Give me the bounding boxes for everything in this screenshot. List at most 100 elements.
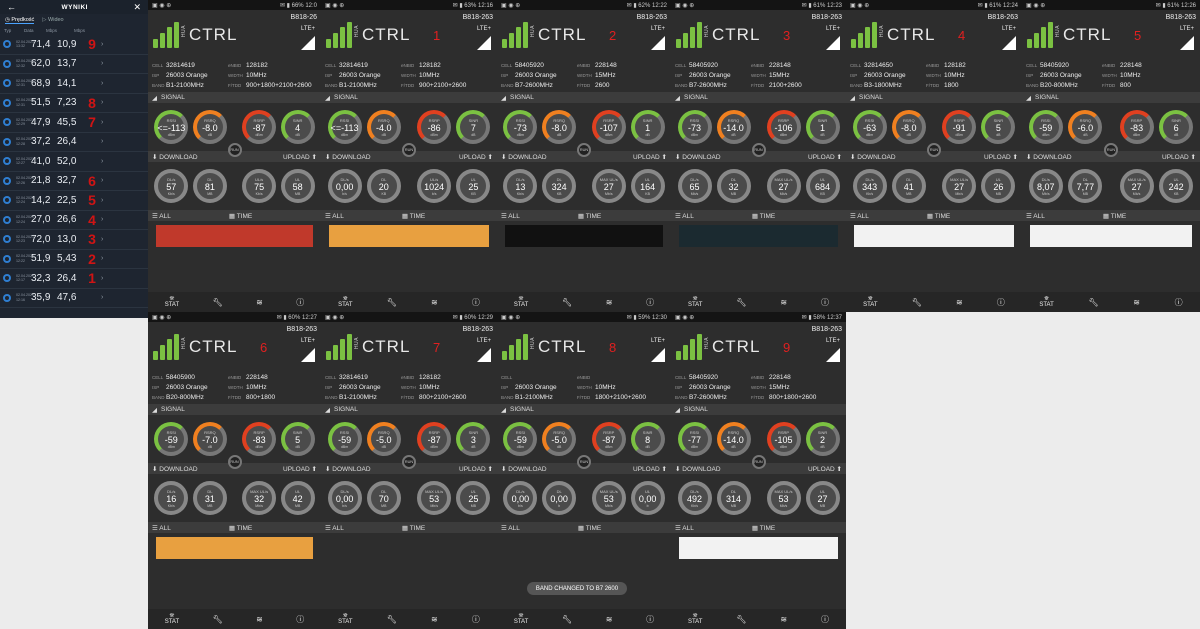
wrench-icon[interactable]: 🔧︎	[912, 298, 922, 307]
wrench-icon[interactable]: 🔧︎	[387, 298, 397, 307]
ad-banner[interactable]	[329, 225, 489, 247]
ad-banner[interactable]	[156, 225, 313, 247]
stat-label: STAT	[863, 302, 878, 308]
time-tab[interactable]: ▦ TIME	[402, 524, 425, 532]
table-row[interactable]: 02.04.2021 12:17 32,3 26,4 1 ›	[0, 269, 148, 289]
all-tab[interactable]: ☰ ALL	[675, 524, 694, 532]
wrench-icon[interactable]: 🔧︎	[562, 615, 572, 624]
run-button[interactable]: RUN	[751, 143, 766, 157]
time-tab[interactable]: ▦ TIME	[578, 212, 601, 220]
all-tab[interactable]: ☰ ALL	[152, 524, 171, 532]
table-row[interactable]: 02.04.2021 12:31 51,5 7,23 8 ›	[0, 94, 148, 113]
transfer-gauge: MAX UL/s 53 Mb/s	[766, 481, 801, 515]
wifi-icon[interactable]: ≋	[606, 615, 613, 624]
table-row[interactable]: 02.04.2021 12:16 35,9 47,6 ›	[0, 289, 148, 308]
table-row[interactable]: 02.04.2021 12:23 72,0 13,0 3 ›	[0, 230, 148, 250]
time-tab[interactable]: ▦ TIME	[578, 524, 601, 532]
table-row[interactable]: 02.04.2021 12:22 51,9 5,43 2 ›	[0, 250, 148, 269]
wifi-icon[interactable]: ≋	[256, 615, 263, 624]
table-row[interactable]: 02.04.2021 12:24 27,0 26,6 4 ›	[0, 211, 148, 230]
stat-button[interactable]: ⛯ STAT	[863, 296, 877, 308]
stat-button[interactable]: ⛯ STAT	[688, 613, 702, 625]
app-name-hua: HUA	[530, 337, 536, 350]
all-tab[interactable]: ☰ ALL	[152, 212, 171, 220]
wrench-icon[interactable]: 🔧︎	[213, 298, 223, 307]
run-button[interactable]: RUN	[402, 455, 416, 469]
info-icon[interactable]: ⓘ	[646, 614, 654, 625]
stat-button[interactable]: ⛯ STAT	[514, 613, 528, 625]
wrench-icon[interactable]: 🔧︎	[562, 298, 572, 307]
wifi-icon[interactable]: ≋	[780, 615, 787, 624]
info-icon[interactable]: ⓘ	[821, 614, 829, 625]
all-tab[interactable]: ☰ ALL	[501, 212, 520, 220]
table-row[interactable]: 02.04.2021 12:29 47,9 45,5 7 ›	[0, 113, 148, 133]
stat-button[interactable]: ⛯ STAT	[165, 296, 179, 308]
run-button[interactable]: RUN	[227, 143, 242, 157]
time-tab[interactable]: ▦ TIME	[402, 212, 425, 220]
ad-banner[interactable]	[156, 537, 313, 559]
time-tab[interactable]: ▦ TIME	[752, 524, 775, 532]
all-tab[interactable]: ☰ ALL	[675, 212, 694, 220]
stat-button[interactable]: ⛯ STAT	[514, 296, 528, 308]
stat-button[interactable]: ⛯ STAT	[688, 296, 702, 308]
close-icon[interactable]: ✕	[133, 2, 141, 13]
ad-banner[interactable]	[854, 225, 1014, 247]
wifi-icon[interactable]: ≋	[256, 298, 263, 307]
table-row[interactable]: 02.04.2021 13:32 71,4 10,9 9 ›	[0, 35, 148, 55]
time-tab[interactable]: ▦ TIME	[752, 212, 775, 220]
all-tab[interactable]: ☰ ALL	[501, 524, 520, 532]
ad-banner[interactable]	[679, 537, 838, 559]
ad-banner[interactable]	[505, 225, 663, 247]
info-icon[interactable]: ⓘ	[472, 614, 480, 625]
stat-button[interactable]: ⛯ STAT	[338, 613, 352, 625]
ad-banner[interactable]	[1030, 225, 1192, 247]
tab-video[interactable]: ▷ Wideo	[42, 17, 63, 23]
time-tab[interactable]: ▦ TIME	[229, 524, 252, 532]
wifi-icon[interactable]: ≋	[606, 298, 613, 307]
all-tab[interactable]: ☰ ALL	[325, 212, 344, 220]
wifi-icon[interactable]: ≋	[1133, 298, 1140, 307]
info-icon[interactable]: ⓘ	[997, 297, 1005, 308]
wifi-icon[interactable]: ≋	[431, 298, 438, 307]
wifi-icon[interactable]: ≋	[780, 298, 787, 307]
info-icon[interactable]: ⓘ	[296, 297, 304, 308]
stat-button[interactable]: ⛯ STAT	[1039, 296, 1053, 308]
back-arrow-icon[interactable]: ←	[7, 2, 16, 12]
run-button[interactable]: RUN	[751, 455, 766, 469]
wifi-icon[interactable]: ≋	[431, 615, 438, 624]
tab-speed[interactable]: ◷ Prędkość	[5, 17, 35, 24]
all-tab[interactable]: ☰ ALL	[1026, 212, 1045, 220]
wrench-icon[interactable]: 🔧︎	[736, 615, 746, 624]
time-tab[interactable]: ▦ TIME	[927, 212, 950, 220]
info-icon[interactable]: ⓘ	[821, 297, 829, 308]
stat-button[interactable]: ⛯ STAT	[338, 296, 352, 308]
table-row[interactable]: 02.04.2021 12:32 62,0 13,7 ›	[0, 55, 148, 74]
time-tab[interactable]: ▦ TIME	[1103, 212, 1126, 220]
table-row[interactable]: 02.04.2021 12:31 68,9 14,1 ›	[0, 74, 148, 94]
wrench-icon[interactable]: 🔧︎	[1088, 298, 1098, 307]
run-button[interactable]: RUN	[577, 455, 591, 469]
run-button[interactable]: RUN	[227, 455, 242, 469]
info-icon[interactable]: ⓘ	[296, 614, 304, 625]
table-row[interactable]: 02.04.2021 12:26 21,8 32,7 6 ›	[0, 172, 148, 191]
table-row[interactable]: 02.04.2021 12:28 37,2 26,4 ›	[0, 133, 148, 152]
info-icon[interactable]: ⓘ	[472, 297, 480, 308]
wrench-icon[interactable]: 🔧︎	[387, 615, 397, 624]
ad-banner[interactable]	[679, 225, 838, 247]
run-button[interactable]: RUN	[1104, 143, 1118, 157]
all-tab[interactable]: ☰ ALL	[325, 524, 344, 532]
wifi-icon[interactable]: ≋	[956, 298, 963, 307]
info-icon[interactable]: ⓘ	[646, 297, 654, 308]
band-row: BAND B1-2100MHz F/TDD 900+2100+2600	[325, 80, 493, 90]
run-button[interactable]: RUN	[927, 143, 941, 157]
table-row[interactable]: 02.04.2021 12:27 41,0 52,0 ›	[0, 152, 148, 172]
time-tab[interactable]: ▦ TIME	[229, 212, 252, 220]
info-icon[interactable]: ⓘ	[1175, 297, 1183, 308]
wrench-icon[interactable]: 🔧︎	[213, 615, 223, 624]
run-button[interactable]: RUN	[577, 143, 591, 157]
wrench-icon[interactable]: 🔧︎	[736, 298, 746, 307]
stat-button[interactable]: ⛯ STAT	[165, 613, 179, 625]
run-button[interactable]: RUN	[402, 143, 416, 157]
table-row[interactable]: 02.04.2021 12:24 14,2 22,5 5 ›	[0, 191, 148, 211]
all-tab[interactable]: ☰ ALL	[850, 212, 869, 220]
